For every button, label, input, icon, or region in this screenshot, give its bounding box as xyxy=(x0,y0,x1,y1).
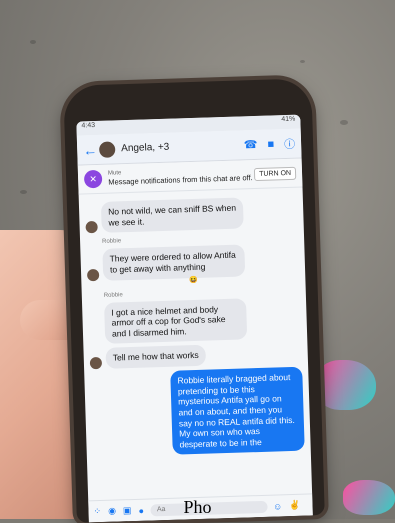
message-row: Tell me how that works xyxy=(89,342,302,370)
asphalt-speck xyxy=(20,190,27,194)
message-bubble[interactable]: No not wild, we can sniff BS when we see… xyxy=(100,197,244,234)
asphalt-speck xyxy=(30,40,36,44)
asphalt-speck xyxy=(340,120,348,125)
sender-avatar xyxy=(89,356,103,370)
shoe-left xyxy=(316,360,376,410)
asphalt-speck xyxy=(300,60,305,63)
message-row: I got a nice helmet and body armor off a… xyxy=(88,296,301,345)
turn-on-button[interactable]: TURN ON xyxy=(253,166,297,181)
info-icon[interactable]: ⓘ xyxy=(284,135,295,151)
message-row: No not wild, we can sniff BS when we see… xyxy=(85,196,298,234)
back-arrow-icon[interactable]: ← xyxy=(83,141,99,157)
message-bubble[interactable]: Tell me how that works xyxy=(105,345,207,369)
message-bubble[interactable]: They were ordered to allow Antifa to get… xyxy=(102,244,246,281)
mute-text-block: Mute Message notifications from this cha… xyxy=(108,166,255,187)
bell-off-icon: ✕ xyxy=(83,169,103,189)
chat-title[interactable]: Angela, +3 xyxy=(121,140,234,155)
phone: 4:43 41% ← Angela, +3 ☎ ■ ⓘ ✕ Mute Messa… xyxy=(63,78,325,523)
video-call-icon[interactable]: ■ xyxy=(267,138,274,150)
sender-avatar xyxy=(85,221,98,234)
sender-avatar xyxy=(89,332,101,344)
message-row: Robbie literally bragged about pretendin… xyxy=(90,366,305,458)
status-time: 4:43 xyxy=(81,122,96,130)
message-bubble[interactable]: I got a nice helmet and body armor off a… xyxy=(104,297,248,345)
status-battery: 41% xyxy=(281,115,296,124)
message-list: No not wild, we can sniff BS when we see… xyxy=(79,188,311,466)
phone-screen: 4:43 41% ← Angela, +3 ☎ ■ ⓘ ✕ Mute Messa… xyxy=(76,114,313,523)
phone-call-icon[interactable]: ☎ xyxy=(244,138,258,151)
message-bubble-outgoing[interactable]: Robbie literally bragged about pretendin… xyxy=(170,366,305,456)
group-avatar[interactable] xyxy=(98,140,116,158)
sender-avatar xyxy=(86,268,100,281)
photo-caption: Pho xyxy=(183,497,212,517)
